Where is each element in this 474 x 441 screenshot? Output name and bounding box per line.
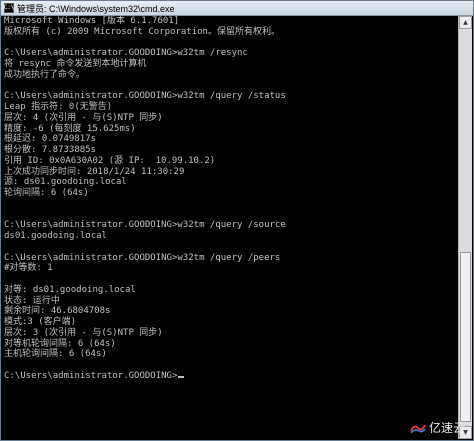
title-bar[interactable]: C:\ 管理员: C:\Windows\system32\cmd.exe [1, 1, 473, 16]
console-line: C:\Users\administrator.GOODOING>w32tm /q… [4, 252, 281, 263]
console-line: C:\Users\administrator.GOODOING> [4, 371, 456, 382]
watermark-text: 亿速云 [428, 421, 465, 435]
console-line: 轮询间隔: 6 (64s) [4, 188, 89, 198]
console-line: 源: ds01.goodoing.local [4, 177, 127, 188]
console-line: 层次: 3 (次引用 - 与(S)NTP 同步) [4, 327, 163, 338]
console-line: C:\Users\administrator.GOODOING>w32tm /q… [4, 220, 286, 231]
console-line: 版权所有 (c) 2009 Microsoft Corporation。保留所有… [4, 26, 280, 37]
cmd-icon[interactable]: C:\ [4, 3, 14, 13]
console-line: 将 resync 命令发送到本地计算机 [4, 59, 147, 69]
console-output[interactable]: Microsoft Windows [版本 6.1.7601] 版权所有 (c) … [4, 16, 456, 439]
text-cursor [178, 375, 185, 378]
console-line: C:\Users\administrator.GOODOING>w32tm /r… [4, 48, 248, 59]
console-line: C:\Users\administrator.GOODOING>w32tm /q… [4, 91, 286, 102]
console-line: 剩余时间: 46.6804708s [4, 306, 111, 317]
console-line: Microsoft Windows [版本 6.1.7601] [4, 16, 180, 26]
window-title: 管理员: C:\Windows\system32\cmd.exe [17, 3, 175, 14]
console-line: 根分散: 7.8733885s [4, 145, 97, 155]
console-line: 对等机轮询间隔: 6 (64s) [4, 338, 116, 349]
yisu-logo-icon [410, 424, 426, 433]
arrow-up-icon[interactable]: ▲ [459, 16, 472, 29]
console-line: ds01.goodoing.local [4, 231, 107, 241]
console-line: 上次成功同步时间: 2018/1/24 11:30:29 [4, 166, 185, 177]
console-line: Leap 指示符: 0(无警告) [4, 102, 113, 112]
console-line: 引用 ID: 0x0A630A02 (源 IP: 10.99.10.2) [4, 155, 216, 166]
console-line: 层次: 4 (次引用 - 与(S)NTP 同步) [4, 112, 163, 123]
watermark: 亿速云 [410, 419, 465, 436]
console-line: 主机轮询间隔: 6 (64s) [4, 349, 107, 360]
scrollbar-thumb[interactable] [460, 252, 471, 422]
console-line: 模式:3 (客户端) [4, 317, 77, 327]
console-line: 成功地执行了命令。 [4, 69, 86, 80]
console-line: 精度: -6 (每刻度 15.625ms) [4, 123, 136, 134]
console-line: 对等: ds01.goodoing.local [4, 284, 136, 295]
vertical-scrollbar[interactable]: ▲ ▼ [458, 16, 472, 439]
console-line: #对等数: 1 [4, 263, 53, 274]
console-line: 状态: 运行中 [4, 295, 60, 306]
cmd-window: C:\ 管理员: C:\Windows\system32\cmd.exe Mic… [0, 0, 474, 441]
console-line: 根延迟: 0.0749817s [4, 134, 97, 145]
